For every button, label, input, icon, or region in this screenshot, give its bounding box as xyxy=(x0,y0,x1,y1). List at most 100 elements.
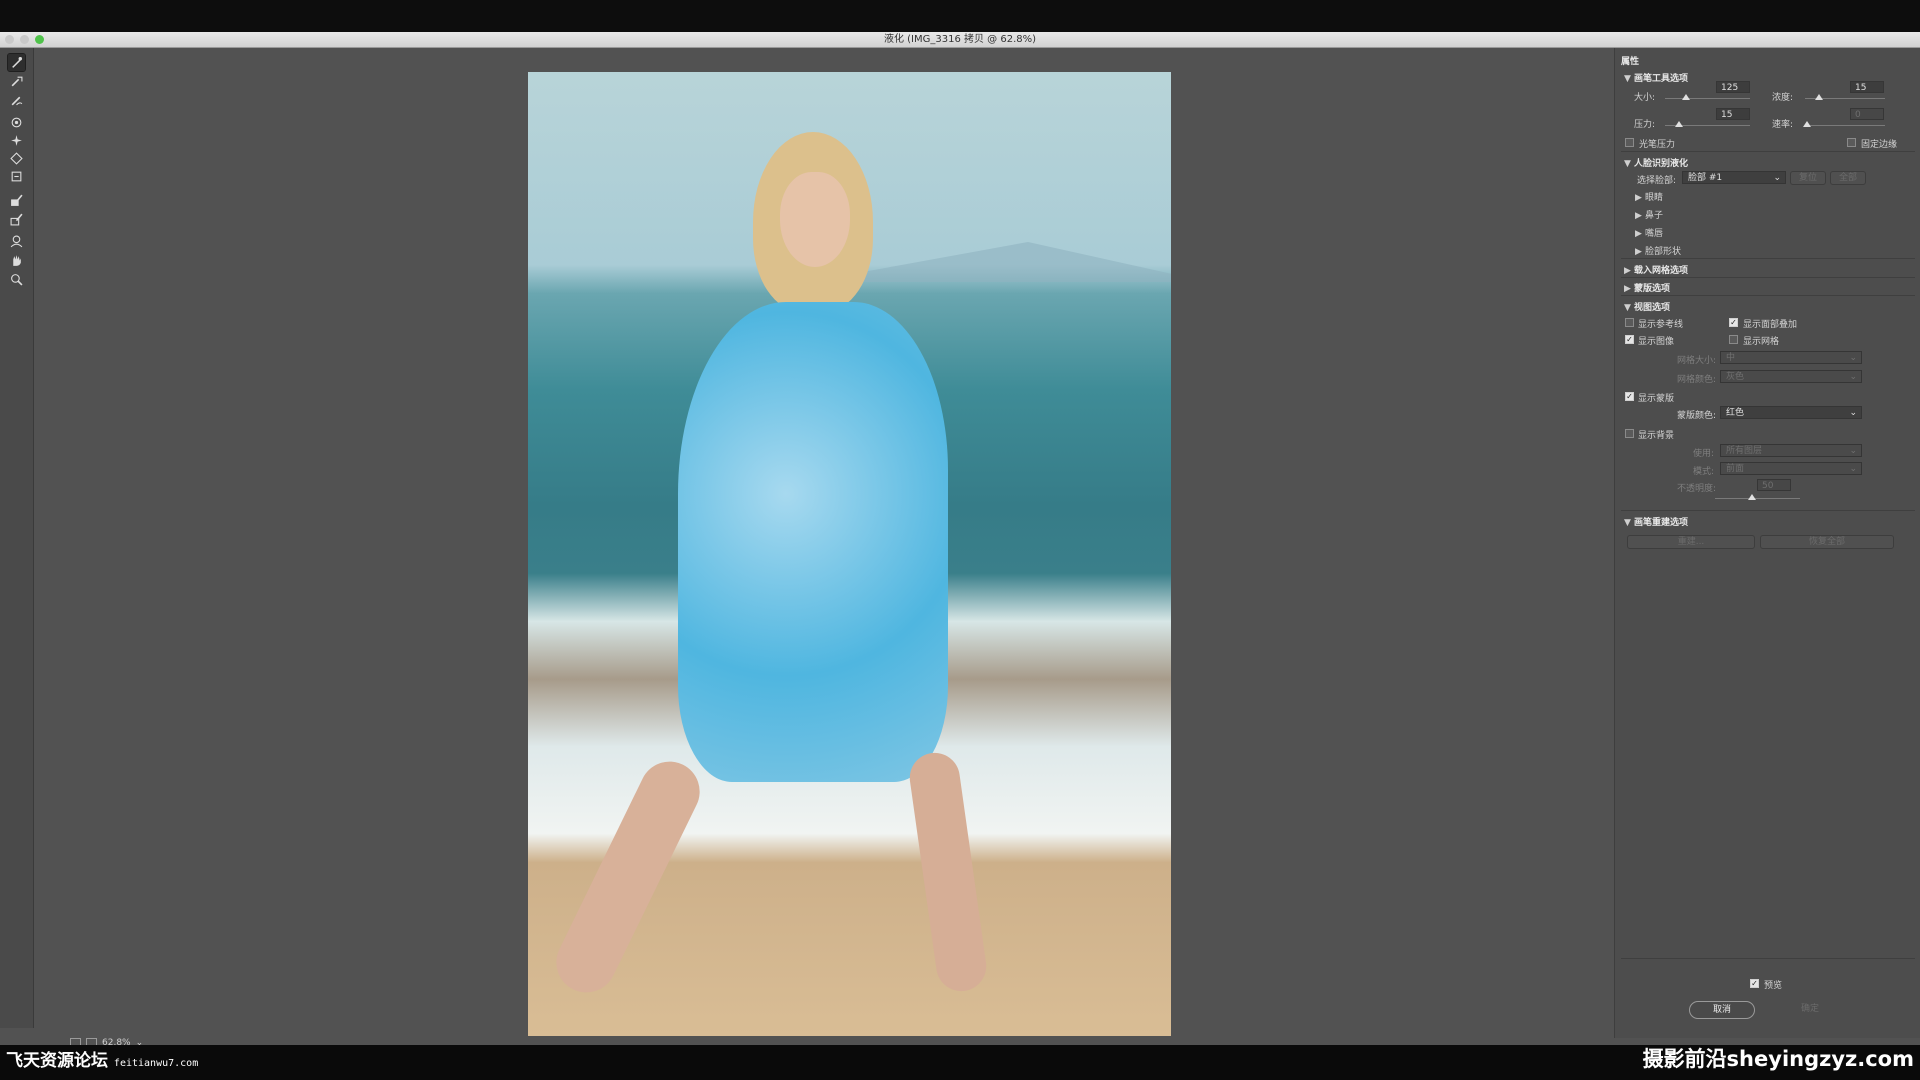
hand-icon[interactable] xyxy=(8,252,25,269)
minimize-window-button[interactable] xyxy=(20,35,29,44)
face-sub-eyes[interactable]: ▶ 眼睛 xyxy=(1635,190,1663,203)
pucker-icon[interactable] xyxy=(8,132,25,149)
smooth-icon[interactable] xyxy=(8,92,25,109)
section-load-mesh[interactable]: ▶ 载入网格选项 xyxy=(1624,263,1688,276)
thaw-mask-icon[interactable] xyxy=(8,211,25,228)
stylus-pressure-label: 光笔压力 xyxy=(1639,140,1676,150)
properties-panel: 属性 ▼ 画笔工具选项 大小: 125 浓度: 15 压力: 15 速率: 0 光… xyxy=(1614,48,1920,1038)
photo-preview[interactable] xyxy=(528,72,1171,1036)
show-mesh-checkbox[interactable] xyxy=(1729,335,1738,344)
photo-model-leg xyxy=(546,751,710,1003)
watermark-right: 摄影前沿sheyingzyz.com xyxy=(1642,1047,1914,1071)
zoom-icon[interactable] xyxy=(8,271,25,288)
chevron-down-icon: ⌄ xyxy=(1849,446,1857,456)
density-slider-thumb[interactable] xyxy=(1815,94,1823,100)
rate-input[interactable]: 0 xyxy=(1850,108,1884,120)
pressure-input[interactable]: 15 xyxy=(1716,108,1750,120)
twirl-icon[interactable] xyxy=(8,114,25,131)
face-sub-face-shape[interactable]: ▶ 脸部形状 xyxy=(1635,244,1681,257)
rate-slider-thumb[interactable] xyxy=(1803,121,1811,127)
section-brush-options[interactable]: ▼ 画笔工具选项 xyxy=(1624,71,1688,84)
show-guides-label: 显示参考线 xyxy=(1638,320,1684,330)
bloat-icon[interactable] xyxy=(8,150,25,167)
pressure-slider-thumb[interactable] xyxy=(1675,121,1683,127)
divider xyxy=(1621,277,1915,278)
chevron-right-icon: ▶ xyxy=(1635,247,1642,257)
mode-dropdown[interactable]: 前面 ⌄ xyxy=(1720,462,1862,475)
opacity-input[interactable]: 50 xyxy=(1757,479,1791,491)
select-face-label: 选择脸部: xyxy=(1637,176,1677,186)
photo-model-face xyxy=(780,172,850,267)
forward-warp-icon[interactable] xyxy=(7,53,26,72)
face-all-button[interactable]: 全部 xyxy=(1830,171,1866,185)
chevron-right-icon: ▶ xyxy=(1624,284,1631,294)
face-sub-mouth[interactable]: ▶ 嘴唇 xyxy=(1635,226,1663,239)
show-mesh-label: 显示网格 xyxy=(1743,337,1780,347)
size-label: 大小: xyxy=(1634,93,1656,103)
rate-label: 速率: xyxy=(1772,120,1794,130)
size-slider-track[interactable] xyxy=(1665,98,1750,99)
show-mask-checkbox[interactable]: ✓ xyxy=(1625,392,1634,401)
rate-slider-track[interactable] xyxy=(1805,125,1885,126)
opacity-label: 不透明度: xyxy=(1677,484,1717,494)
size-slider-thumb[interactable] xyxy=(1682,94,1690,100)
cancel-button[interactable]: 取消 xyxy=(1689,1001,1755,1019)
show-mask-label: 显示蒙版 xyxy=(1638,394,1675,404)
show-image-checkbox[interactable]: ✓ xyxy=(1625,335,1634,344)
show-guides-checkbox[interactable] xyxy=(1625,318,1634,327)
ok-button[interactable]: 确定 xyxy=(1777,1001,1843,1019)
photo-model-leg xyxy=(906,749,990,995)
divider xyxy=(1621,258,1915,259)
liquify-toolbar xyxy=(0,48,34,1028)
mode-label: 模式: xyxy=(1693,467,1715,477)
face-sub-nose[interactable]: ▶ 鼻子 xyxy=(1635,208,1663,221)
close-window-button[interactable] xyxy=(5,35,14,44)
divider xyxy=(1621,151,1915,152)
show-face-overlay-checkbox[interactable]: ✓ xyxy=(1729,318,1738,327)
reconstruct-button[interactable]: 重建... xyxy=(1627,535,1755,549)
face-tool-icon[interactable] xyxy=(8,233,25,250)
show-backdrop-checkbox[interactable] xyxy=(1625,429,1634,438)
section-mask-options[interactable]: ▶ 蒙版选项 xyxy=(1624,281,1670,294)
chevron-down-icon: ⌄ xyxy=(1849,464,1857,474)
opacity-slider-track[interactable] xyxy=(1715,498,1800,499)
size-input[interactable]: 125 xyxy=(1716,81,1750,93)
mesh-size-dropdown[interactable]: 中 ⌄ xyxy=(1720,351,1862,364)
preview-checkbox[interactable]: ✓ xyxy=(1750,979,1759,988)
reconstruct-icon[interactable] xyxy=(8,73,25,90)
select-face-dropdown[interactable]: 脸部 #1 ⌄ xyxy=(1682,171,1786,184)
pressure-label: 压力: xyxy=(1634,120,1656,130)
section-face-aware[interactable]: ▼ 人脸识别液化 xyxy=(1624,156,1688,169)
mesh-size-label: 网格大小: xyxy=(1677,356,1717,366)
section-reconstruct-options[interactable]: ▼ 画笔重建选项 xyxy=(1624,515,1688,528)
watermark-left: 飞天资源论坛 feitianwu7.com xyxy=(6,1051,199,1071)
panel-title: 属性 xyxy=(1621,57,1640,67)
bottom-strip xyxy=(0,1045,1920,1080)
preview-label: 预览 xyxy=(1764,981,1783,991)
chevron-right-icon: ▶ xyxy=(1635,211,1642,221)
zoom-window-button[interactable] xyxy=(35,35,44,44)
chevron-down-icon: ⌄ xyxy=(1849,372,1857,382)
chevron-down-icon: ▼ xyxy=(1624,74,1631,84)
opacity-slider-thumb[interactable] xyxy=(1748,494,1756,500)
stylus-pressure-checkbox[interactable] xyxy=(1625,138,1634,147)
chevron-down-icon: ▼ xyxy=(1624,159,1631,169)
pin-edges-checkbox[interactable] xyxy=(1847,138,1856,147)
show-backdrop-label: 显示背景 xyxy=(1638,431,1675,441)
section-view-options[interactable]: ▼ 视图选项 xyxy=(1624,300,1670,313)
push-left-icon[interactable] xyxy=(8,168,25,185)
density-input[interactable]: 15 xyxy=(1850,81,1884,93)
mask-color-dropdown[interactable]: 红色 ⌄ xyxy=(1720,406,1862,419)
freeze-mask-icon[interactable] xyxy=(8,192,25,209)
show-face-overlay-label: 显示面部叠加 xyxy=(1743,320,1798,330)
chevron-right-icon: ▶ xyxy=(1635,229,1642,239)
preview-canvas[interactable]: 62.8% ⌄ xyxy=(34,48,1604,1049)
mesh-color-dropdown[interactable]: 灰色 ⌄ xyxy=(1720,370,1862,383)
use-dropdown[interactable]: 所有图层 ⌄ xyxy=(1720,444,1862,457)
window-title: 液化 (IMG_3316 拷贝 @ 62.8%) xyxy=(883,34,1037,45)
face-reset-button[interactable]: 复位 xyxy=(1790,171,1826,185)
chevron-down-icon: ⌄ xyxy=(1849,353,1857,363)
use-label: 使用: xyxy=(1693,449,1715,459)
restore-all-button[interactable]: 恢复全部 xyxy=(1760,535,1894,549)
liquify-window: 液化 (IMG_3316 拷贝 @ 62.8%) 62.8% ⌄ 属性 ▼ 画笔… xyxy=(0,32,1920,1049)
